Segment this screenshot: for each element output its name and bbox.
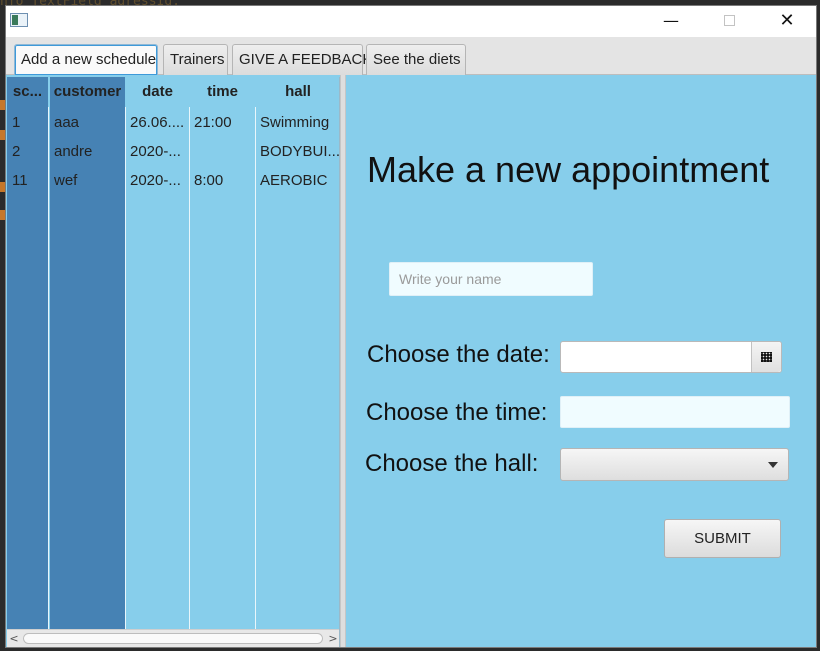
app-icon bbox=[10, 13, 28, 27]
form-title: Make a new appointment bbox=[367, 149, 770, 190]
appointment-form: Make a new appointment Write your name C… bbox=[346, 75, 816, 647]
tab-content: sc... customer date time hall 1 aaa 26.0… bbox=[6, 75, 816, 647]
date-picker-button[interactable] bbox=[751, 342, 781, 372]
scroll-right-icon[interactable]: > bbox=[326, 631, 339, 647]
tab-add-schedule[interactable]: Add a new schedule bbox=[14, 44, 158, 75]
chevron-down-icon bbox=[768, 462, 778, 468]
scrollbar-thumb[interactable] bbox=[23, 633, 323, 644]
hall-label: Choose the hall: bbox=[365, 450, 539, 477]
column-header-date[interactable]: date bbox=[126, 77, 189, 107]
app-window: — ✕ Add a new schedule Trainers GIVE A F… bbox=[5, 5, 817, 648]
tab-trainers[interactable]: Trainers bbox=[163, 44, 228, 75]
column-header-schedule[interactable]: sc... bbox=[7, 77, 48, 107]
scroll-left-icon[interactable]: < bbox=[7, 631, 21, 647]
time-input[interactable] bbox=[560, 396, 790, 428]
date-picker[interactable] bbox=[560, 341, 782, 373]
time-label: Choose the time: bbox=[366, 399, 548, 426]
minimize-button[interactable]: — bbox=[642, 6, 700, 37]
schedule-table[interactable]: sc... customer date time hall 1 aaa 26.0… bbox=[7, 77, 340, 647]
title-bar: — ✕ bbox=[6, 6, 816, 37]
column-header-time[interactable]: time bbox=[190, 77, 255, 107]
calendar-icon bbox=[761, 352, 772, 362]
table-row[interactable]: 2 andre 2020-... BODYBUI... bbox=[7, 137, 339, 166]
horizontal-scrollbar[interactable]: < > bbox=[7, 629, 339, 647]
close-icon: ✕ bbox=[779, 10, 795, 31]
tab-feedback[interactable]: GIVE A FEEDBACK bbox=[232, 44, 372, 75]
column-header-customer[interactable]: customer bbox=[50, 77, 125, 107]
maximize-button[interactable] bbox=[700, 6, 758, 37]
submit-button[interactable]: SUBMIT bbox=[664, 519, 781, 558]
name-input[interactable]: Write your name bbox=[389, 262, 593, 296]
hall-select[interactable] bbox=[560, 448, 789, 481]
close-button[interactable]: ✕ bbox=[758, 6, 816, 37]
table-row[interactable]: 1 aaa 26.06.... 21:00 Swimming bbox=[7, 108, 339, 137]
table-header: sc... customer date time hall bbox=[7, 77, 339, 107]
column-header-hall[interactable]: hall bbox=[256, 77, 339, 107]
table-row[interactable]: 11 wef 2020-... 8:00 AEROBIC bbox=[7, 166, 339, 195]
tab-diets[interactable]: See the diets bbox=[366, 44, 466, 75]
minimize-icon: — bbox=[663, 11, 679, 30]
date-label: Choose the date: bbox=[367, 341, 550, 368]
maximize-icon bbox=[723, 15, 735, 26]
tab-bar: Add a new schedule Trainers GIVE A FEEDB… bbox=[6, 37, 816, 75]
